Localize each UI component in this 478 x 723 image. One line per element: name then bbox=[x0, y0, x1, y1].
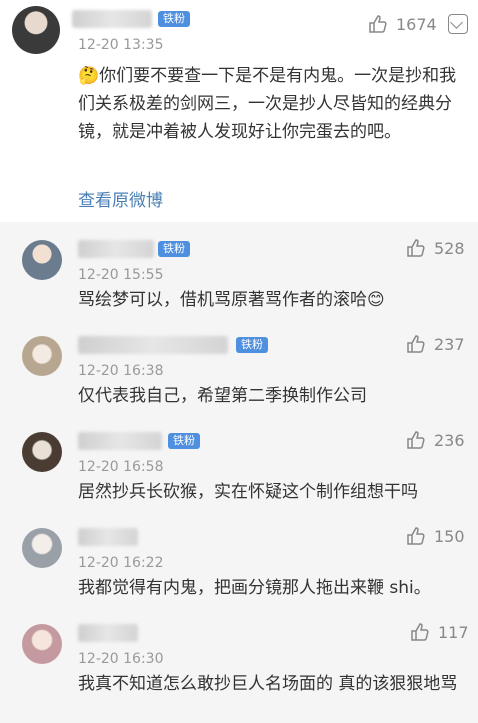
list-item: 铁粉 12-20 16:38 237 仅代表我自己，希望第二季换制作公司 bbox=[0, 322, 478, 418]
username-blurred[interactable] bbox=[78, 528, 138, 546]
fan-badge: 铁粉 bbox=[168, 433, 200, 449]
username-blurred[interactable] bbox=[72, 10, 152, 28]
thumbs-up-icon bbox=[407, 239, 425, 257]
avatar[interactable] bbox=[22, 432, 62, 472]
avatar[interactable] bbox=[22, 528, 62, 568]
reply-text: 我真不知道怎么敢抄巨人名场面的 真的该狠狠地骂 bbox=[78, 674, 458, 694]
like-count: 237 bbox=[434, 334, 465, 354]
timestamp: 12-20 16:38 bbox=[78, 363, 164, 379]
thumbs-up-icon bbox=[407, 431, 425, 449]
view-original-link[interactable]: 查看原微博 bbox=[78, 186, 163, 211]
avatar[interactable] bbox=[22, 336, 62, 376]
reply-text: 仅代表我自己，希望第二季换制作公司 bbox=[78, 386, 367, 406]
like-count: 236 bbox=[434, 430, 465, 450]
like-button[interactable]: 528 bbox=[406, 238, 465, 258]
avatar[interactable] bbox=[12, 6, 60, 54]
thumbs-up-icon bbox=[407, 527, 425, 545]
thumbs-up-icon bbox=[407, 335, 425, 353]
like-button[interactable]: 236 bbox=[406, 430, 465, 450]
list-item: 铁粉 12-20 16:58 236 居然抄兵长砍猴，实在怀疑这个制作组想干吗 bbox=[0, 418, 478, 514]
list-item: 12-20 16:22 150 我都觉得有内鬼，把画分镜那人拖出来鞭 shi。 bbox=[0, 514, 478, 610]
list-item: 铁粉 12-20 15:55 528 骂绘梦可以，借机骂原著骂作者的滚哈😊 bbox=[0, 222, 478, 322]
fan-badge: 铁粉 bbox=[158, 11, 190, 27]
like-count: 150 bbox=[434, 526, 465, 546]
timestamp: 12-20 16:22 bbox=[78, 555, 164, 571]
thinking-emoji: 🤔 bbox=[78, 66, 100, 86]
thumbs-up-icon bbox=[411, 623, 429, 641]
avatar[interactable] bbox=[22, 240, 62, 280]
reply-list: 铁粉 12-20 15:55 528 骂绘梦可以，借机骂原著骂作者的滚哈😊 铁粉… bbox=[0, 222, 478, 723]
username-blurred[interactable] bbox=[78, 432, 162, 450]
like-button[interactable]: 237 bbox=[406, 334, 465, 354]
comment-body: 你们要不要查一下是不是有内鬼。一次是抄和我们关系极差的剑网三，一次是抄人尽皆知的… bbox=[78, 66, 457, 142]
timestamp: 12-20 16:58 bbox=[78, 459, 164, 475]
expand-icon[interactable] bbox=[448, 14, 468, 34]
reply-text: 居然抄兵长砍猴，实在怀疑这个制作组想干吗 bbox=[78, 482, 418, 502]
reply-text: 骂绘梦可以，借机骂原著骂作者的滚哈😊 bbox=[78, 290, 385, 310]
list-item: 12-20 16:30 117 我真不知道怎么敢抄巨人名场面的 真的该狠狠地骂 bbox=[0, 610, 478, 723]
timestamp: 12-20 15:55 bbox=[78, 267, 164, 283]
like-button[interactable]: 1674 bbox=[368, 14, 437, 34]
timestamp: 12-20 16:30 bbox=[78, 651, 164, 667]
username-blurred[interactable] bbox=[78, 336, 228, 354]
username-blurred[interactable] bbox=[78, 624, 138, 642]
thumbs-up-icon bbox=[369, 15, 387, 33]
fan-badge: 铁粉 bbox=[236, 337, 268, 353]
timestamp: 12-20 13:35 bbox=[78, 37, 164, 53]
like-button[interactable]: 117 bbox=[410, 622, 469, 642]
avatar[interactable] bbox=[22, 624, 62, 664]
like-count: 528 bbox=[434, 238, 465, 258]
like-button[interactable]: 150 bbox=[406, 526, 465, 546]
like-count: 1674 bbox=[396, 14, 437, 34]
like-count: 117 bbox=[438, 622, 469, 642]
main-comment: 铁粉 12-20 13:35 1674 🤔你们要不要查一下是不是有内鬼。一次是抄… bbox=[0, 0, 478, 222]
reply-text: 我都觉得有内鬼，把画分镜那人拖出来鞭 shi。 bbox=[78, 578, 431, 598]
username-blurred[interactable] bbox=[78, 240, 154, 258]
fan-badge: 铁粉 bbox=[158, 241, 190, 257]
comment-text: 🤔你们要不要查一下是不是有内鬼。一次是抄和我们关系极差的剑网三，一次是抄人尽皆知… bbox=[78, 62, 468, 146]
